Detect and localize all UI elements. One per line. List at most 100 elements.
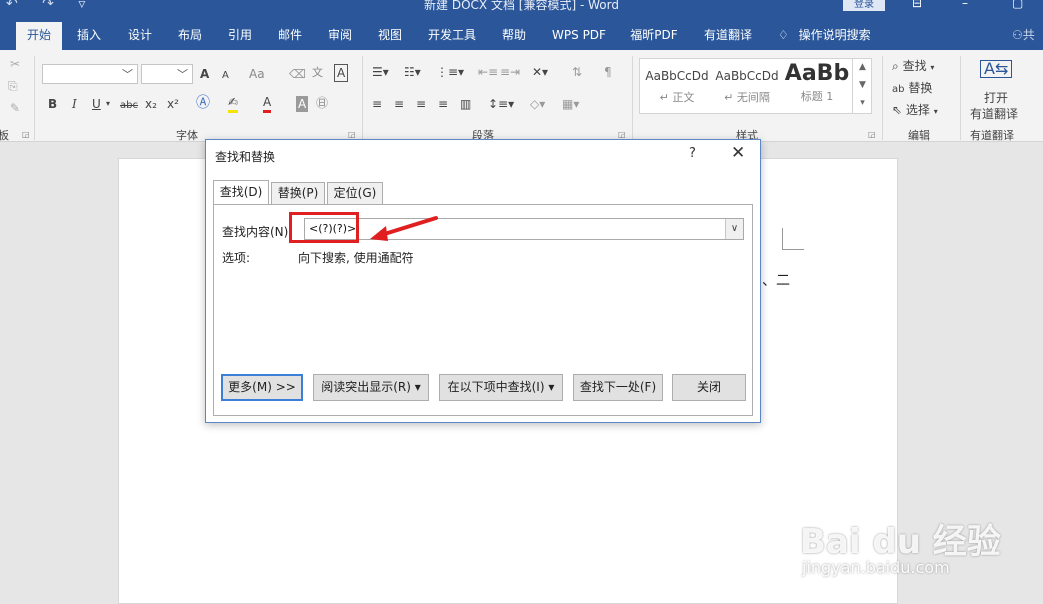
font-launcher-icon[interactable]: ◲ xyxy=(348,130,356,139)
editing-group-label: 编辑 xyxy=(908,129,930,142)
shrink-font-button[interactable]: A xyxy=(222,68,229,84)
translate-icon[interactable]: A⇆ xyxy=(980,60,1013,78)
options-label: 选项: xyxy=(222,251,251,265)
youdao-group-label: 有道翻译 xyxy=(970,129,1014,142)
tab-home[interactable]: 开始 xyxy=(16,22,62,50)
tab-design[interactable]: 设计 xyxy=(120,22,160,50)
style-no-spacing[interactable]: AaBbCcDd ↵ 无间隔 xyxy=(712,59,782,113)
format-painter-icon[interactable]: ✎ xyxy=(10,100,20,116)
italic-button[interactable]: I xyxy=(72,96,77,112)
decrease-indent-icon[interactable]: ⇤≡ xyxy=(478,64,498,80)
chevron-up-icon[interactable]: ▲ xyxy=(853,58,872,76)
help-button[interactable]: ? xyxy=(689,146,696,161)
underline-button[interactable]: U xyxy=(92,96,101,112)
chevron-down-icon: ﹀ xyxy=(177,68,188,81)
grow-font-button[interactable]: A xyxy=(200,66,209,82)
maximize-icon[interactable]: ▢ xyxy=(1012,0,1023,10)
tab-goto[interactable]: 定位(G) xyxy=(327,182,383,204)
highlight-color-icon[interactable]: ✍ xyxy=(228,94,239,113)
subscript-button[interactable]: x₂ xyxy=(145,96,157,112)
font-group-label: 字体 xyxy=(176,129,198,142)
replace-button[interactable]: ab 替换 xyxy=(892,80,932,98)
chevron-down-icon[interactable]: ▼ xyxy=(853,76,872,94)
tab-layout[interactable]: 布局 xyxy=(170,22,210,50)
cut-icon[interactable]: ✂ xyxy=(10,56,20,72)
cursor-icon: ⇖ xyxy=(892,103,903,117)
change-case-button[interactable]: Aa xyxy=(249,66,265,82)
tab-mailings[interactable]: 邮件 xyxy=(270,22,310,50)
chevron-down-icon[interactable]: ▾ xyxy=(106,96,110,112)
ribbon-display-icon[interactable]: ⊟ xyxy=(912,0,922,10)
align-right-icon[interactable]: ≡ xyxy=(416,96,426,112)
style-normal[interactable]: AaBbCcDd ↵ 正文 xyxy=(642,59,712,113)
search-icon: ⌕ xyxy=(892,59,899,73)
bullets-icon[interactable]: ☰▾ xyxy=(372,64,389,80)
justify-icon[interactable]: ≡ xyxy=(438,96,448,112)
copy-icon[interactable]: ⎘ xyxy=(8,78,18,94)
select-button[interactable]: ⇖ 选择 ▾ xyxy=(892,102,938,120)
clear-format-icon[interactable]: ⌫ xyxy=(289,66,306,82)
close-icon[interactable]: ✕ xyxy=(731,143,745,163)
char-border-icon[interactable]: A xyxy=(334,64,349,82)
increase-indent-icon[interactable]: ≡⇥ xyxy=(500,64,520,80)
document-text[interactable]: 、二 xyxy=(762,270,790,290)
annotation-highlight-box xyxy=(289,212,359,243)
styles-scroll[interactable]: ▲ ▼ ▾ xyxy=(852,58,872,114)
chevron-down-icon: ﹀ xyxy=(122,68,133,81)
find-next-button[interactable]: 查找下一处(F) xyxy=(573,374,663,401)
sort-icon[interactable]: ⇅ xyxy=(572,64,582,80)
char-shading-icon[interactable]: A xyxy=(296,96,309,112)
phonetic-guide-icon[interactable]: 文 xyxy=(312,65,323,81)
more-button[interactable]: 更多(M) >> xyxy=(221,374,303,401)
text-effects-icon[interactable]: Ⓐ xyxy=(196,95,210,111)
font-name-combo[interactable]: ﹀ xyxy=(42,64,138,84)
reading-highlight-button[interactable]: 阅读突出显示(R) ▾ xyxy=(313,374,429,401)
share-button[interactable]: ⚇共 xyxy=(1012,22,1035,48)
line-spacing-icon[interactable]: ↕≡▾ xyxy=(488,96,514,112)
font-color-icon[interactable]: A xyxy=(263,94,272,113)
tab-help[interactable]: 帮助 xyxy=(494,22,534,50)
font-size-combo[interactable]: ﹀ xyxy=(141,64,193,84)
find-button[interactable]: ⌕ 查找 ▾ xyxy=(892,58,934,76)
tab-developer[interactable]: 开发工具 xyxy=(420,22,484,50)
borders-icon[interactable]: ▦▾ xyxy=(562,96,579,112)
show-marks-icon[interactable]: ¶ xyxy=(604,64,612,80)
chevron-down-icon: ▾ xyxy=(930,63,935,72)
enclose-char-icon[interactable]: ㊐ xyxy=(316,95,328,111)
bold-button[interactable]: B xyxy=(48,96,57,112)
chevron-down-icon[interactable]: ∨ xyxy=(725,219,743,239)
tab-replace[interactable]: 替换(P) xyxy=(271,182,325,204)
tab-wps-pdf[interactable]: WPS PDF xyxy=(546,22,612,50)
align-center-icon[interactable]: ≡ xyxy=(394,96,404,112)
tab-review[interactable]: 审阅 xyxy=(320,22,360,50)
tab-foxit-pdf[interactable]: 福昕PDF xyxy=(624,22,684,50)
superscript-button[interactable]: x² xyxy=(167,96,179,112)
more-styles-icon[interactable]: ▾ xyxy=(853,94,872,112)
person-icon: ⚇ xyxy=(1012,28,1023,42)
tab-youdao[interactable]: 有道翻译 xyxy=(696,22,760,50)
tab-find[interactable]: 查找(D) xyxy=(213,180,269,204)
strikethrough-button[interactable]: abc xyxy=(120,98,138,114)
tab-references[interactable]: 引用 xyxy=(220,22,260,50)
tab-insert[interactable]: 插入 xyxy=(70,22,108,50)
dialog-title: 查找和替换 xyxy=(215,150,276,164)
chinese-layout-icon[interactable]: ✕▾ xyxy=(532,64,548,80)
login-button[interactable]: 登录 xyxy=(843,0,885,11)
paragraph-launcher-icon[interactable]: ◲ xyxy=(618,130,626,139)
style-heading-1[interactable]: AaBb 标题 1 xyxy=(782,59,852,113)
minimize-icon[interactable]: – xyxy=(962,0,968,10)
margin-corner-mark xyxy=(782,228,804,250)
align-left-icon[interactable]: ≡ xyxy=(372,96,382,112)
tell-me-search[interactable]: ♢ 操作说明搜索 xyxy=(778,22,871,50)
multilevel-list-icon[interactable]: ⋮≡▾ xyxy=(436,64,464,80)
close-button[interactable]: 关闭 xyxy=(672,374,746,401)
clipboard-launcher-icon[interactable]: ◲ xyxy=(22,130,30,139)
youdao-open-button[interactable]: 打开 xyxy=(984,90,1008,106)
tab-view[interactable]: 视图 xyxy=(370,22,410,50)
numbering-icon[interactable]: ☷▾ xyxy=(404,64,421,80)
shading-icon[interactable]: ◇▾ xyxy=(530,96,545,112)
find-in-button[interactable]: 在以下项中查找(I) ▾ xyxy=(439,374,563,401)
distributed-icon[interactable]: ▥ xyxy=(460,96,471,112)
styles-launcher-icon[interactable]: ◲ xyxy=(868,130,876,139)
clipboard-group-label: 板 xyxy=(0,129,9,142)
